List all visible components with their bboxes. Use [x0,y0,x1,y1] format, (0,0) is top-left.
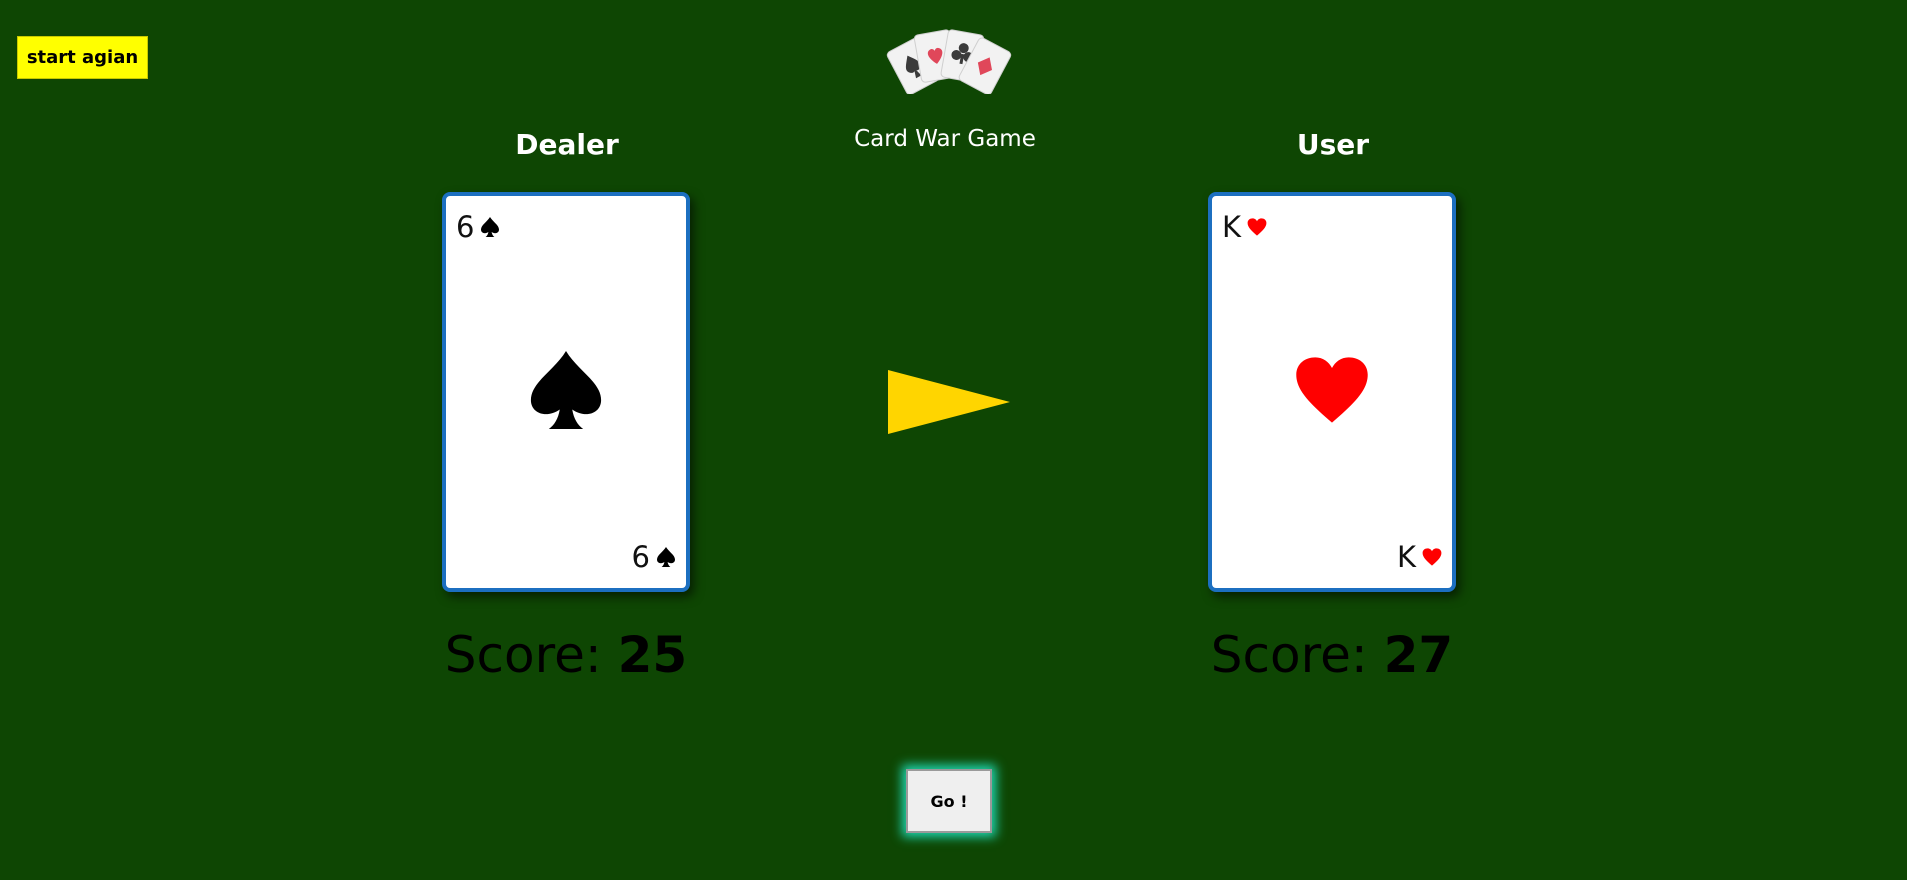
dealer-card: 6 6 [442,192,690,592]
heart-icon [1247,218,1267,236]
spade-icon [481,217,500,237]
go-button[interactable]: Go ! [906,769,992,833]
triangle-arrow-right-icon [888,370,1010,434]
heart-icon [1422,548,1442,566]
dealer-card-top-corner: 6 [456,210,500,244]
user-card-center-suit [1294,354,1370,430]
user-score-label: Score: [1210,626,1368,684]
user-card-rank-top: K [1222,210,1242,244]
dealer-score-value: 25 [617,626,688,684]
user-label: User [1296,128,1370,161]
dealer-card-rank-bottom: 6 [631,540,650,574]
dealer-card-center-suit [527,347,605,437]
playing-cards-icon [886,29,1012,94]
dealer-label: Dealer [515,128,619,161]
user-card-top-corner: K [1222,210,1267,244]
user-card-rank-bottom: K [1396,540,1416,574]
dealer-card-rank-top: 6 [456,210,475,244]
user-card: K K [1208,192,1456,592]
dealer-score-label: Score: [444,626,602,684]
spade-icon [530,351,602,429]
heart-icon [1296,357,1368,423]
start-again-button[interactable]: start agian [17,36,148,79]
game-title: Card War Game [854,126,1036,152]
user-score-value: 27 [1383,626,1454,684]
game-table: start agian Card War Game Dealer 6 6 Sco… [0,0,1907,880]
dealer-score: Score: 25 [416,626,716,684]
dealer-card-bottom-corner: 6 [632,540,676,574]
user-score: Score: 27 [1182,626,1482,684]
user-card-bottom-corner: K [1397,540,1442,574]
spade-icon [657,547,675,567]
